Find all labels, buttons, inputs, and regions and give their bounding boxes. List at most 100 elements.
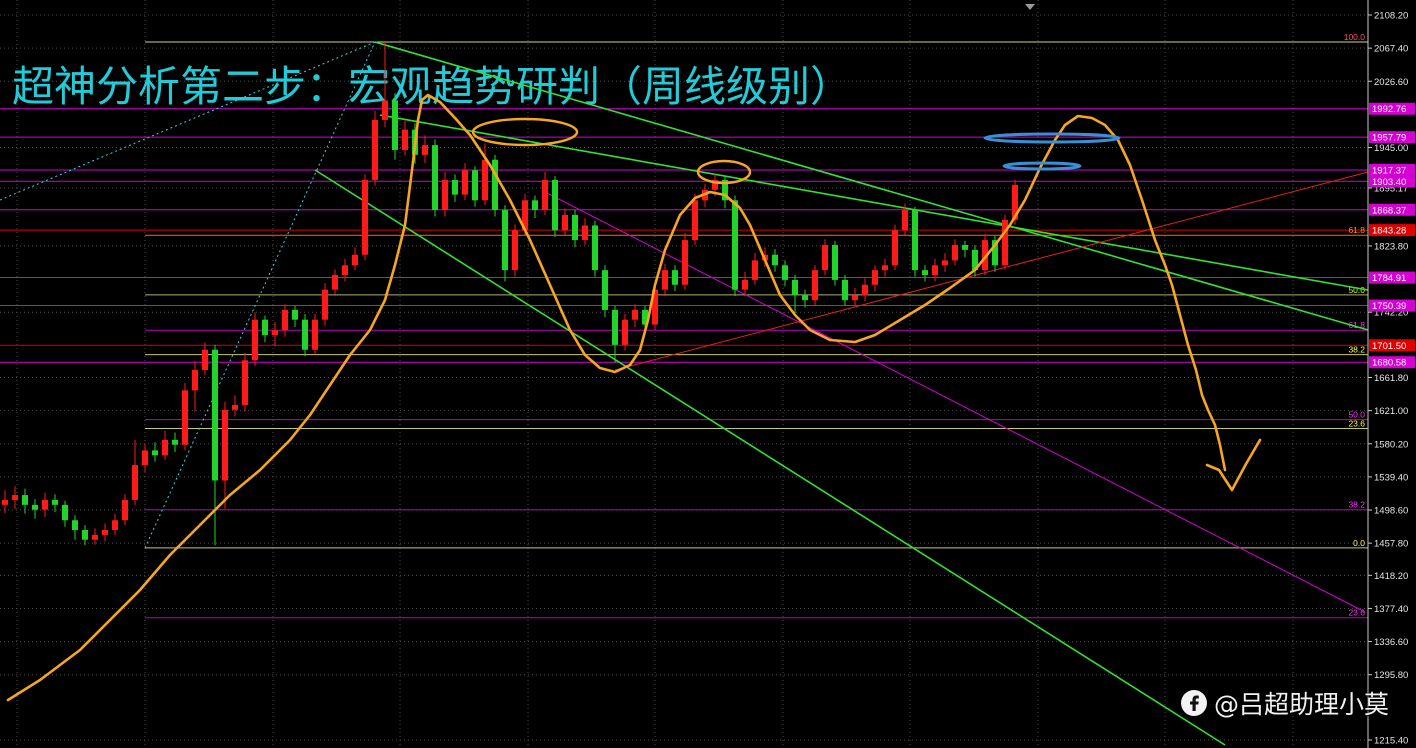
price-axis[interactable]: 2108.202067.402026.601945.001895.171823.… [1367,0,1416,748]
candle [32,499,38,519]
candle-body [122,499,128,521]
candle-body [582,225,588,241]
candle-body [102,530,108,535]
candle-body [692,200,698,241]
y-tick-label: 2026.60 [1374,77,1408,88]
candle-body [192,370,198,391]
candle [502,205,508,282]
candle [112,513,118,535]
level-price-label: 1868.37 [1372,205,1406,216]
candle [742,271,748,297]
candle-body [492,159,498,211]
candle-body [1002,219,1008,266]
red-trendline[interactable] [614,171,1369,371]
level-price-label: 1992.76 [1372,104,1406,115]
y-tick-label: 1621.00 [1374,406,1408,417]
candle-body [182,390,188,445]
candle-body [112,520,118,531]
candle-body [632,309,638,320]
candle-body [672,270,678,285]
candle [1002,214,1008,270]
candle [802,289,808,308]
candle-body [512,230,518,271]
green-trendline-lower[interactable] [314,169,1226,746]
candle [892,224,898,271]
candle [552,175,558,237]
candle-body [482,159,488,201]
candle [232,395,238,417]
candle [602,265,608,318]
candle [282,304,288,337]
candle [172,432,178,453]
candle [252,312,258,366]
candle-body [132,465,138,500]
candle-body [2,499,8,505]
candle-body [952,244,958,261]
candle [12,486,18,509]
candle-body [752,260,758,280]
candle-body [562,214,568,231]
y-tick-label: 1418.20 [1374,571,1408,582]
candle [542,171,548,215]
chart-shift-marker[interactable] [1025,4,1035,10]
price-chart[interactable]: 超神分析第二步：宏观趋势研判（周线级别） 100.0 61.8 50.0 38.2 23… [0,0,1416,748]
candle-body [32,504,38,510]
green-trendline-middle[interactable] [379,114,1369,291]
candle [42,492,48,518]
candle-body [252,319,258,361]
hand-drawn-annotations [6,93,1262,702]
level-price-label: 1701.50 [1372,341,1406,352]
candle-body [272,330,278,336]
candle [452,174,458,202]
candle-body [302,319,308,350]
candle [262,315,268,343]
candle-body [282,309,288,331]
candle [352,247,358,271]
candle-body [602,270,608,310]
y-tick-label: 1823.80 [1374,241,1408,252]
candle [732,195,738,297]
fib-level-label: 61.8 [1348,225,1365,235]
candle [292,305,298,327]
candle-body [622,319,628,345]
candle [812,265,818,306]
candle [672,265,678,292]
candle-body [572,214,578,241]
candle [392,93,398,160]
candle [962,240,968,258]
candle [462,162,468,201]
candle-body [62,504,68,521]
candle [492,154,498,217]
y-tick-label: 1945.00 [1374,143,1408,154]
candle-body [322,289,328,320]
candle [772,249,778,272]
candle [932,258,938,282]
candle [882,258,888,277]
candle-body [422,145,428,155]
fib-level-label: 0.0 [1353,538,1365,548]
candle-body [912,210,918,271]
candle [912,206,918,277]
candle [632,304,638,327]
candle-body [792,279,798,296]
level-price-label: 1784.91 [1372,273,1406,284]
candle [472,166,478,207]
candle-body [452,180,458,195]
green-trendline-upper[interactable] [374,41,1369,331]
candle [132,439,138,505]
candle [722,175,728,209]
candle [662,263,668,297]
candle [442,171,448,217]
candle [532,195,538,219]
candle-body [502,210,508,271]
candle-body [82,530,88,540]
candle-body [142,450,148,466]
fibonacci-retracements[interactable]: 100.061.850.038.223.60.061.850.038.223.6 [145,32,1368,619]
candle-body [832,244,838,280]
forecast-hook [1205,438,1262,492]
candle-body [842,279,848,301]
candle-body [22,495,28,505]
fib-level-label: 23.6 [1348,608,1365,618]
candle-body [822,244,828,271]
candle [922,265,928,282]
